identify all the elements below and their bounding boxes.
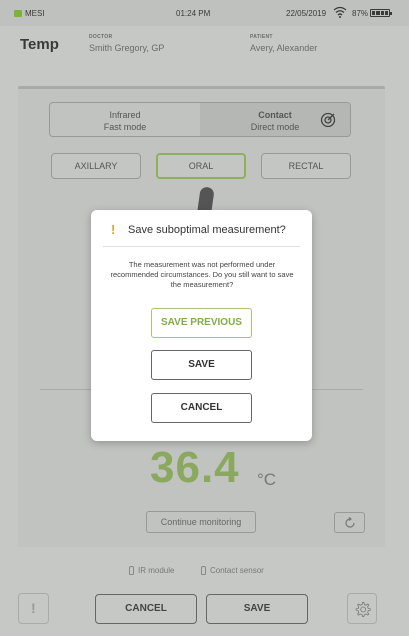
target-icon xyxy=(320,112,336,128)
app-title: Temp xyxy=(20,36,59,53)
mode-infrared-title: Infrared xyxy=(109,110,141,120)
status-date: 22/05/2019 xyxy=(286,9,327,18)
refresh-button[interactable] xyxy=(334,512,365,533)
header: Temp DOCTOR Smith Gregory, GP PATIENT Av… xyxy=(0,26,409,72)
ir-module-label: IR module xyxy=(138,566,175,575)
site-oral-button[interactable]: ORAL xyxy=(156,153,246,179)
dialog-title: Save suboptimal measurement? xyxy=(128,224,286,236)
ir-module-icon xyxy=(129,566,134,575)
temperature-value: 36.4 xyxy=(150,443,240,492)
dialog-divider xyxy=(103,246,300,247)
patient-name[interactable]: Avery, Alexander xyxy=(250,43,317,53)
continue-monitoring-button[interactable]: Continue monitoring xyxy=(146,511,256,533)
dialog-warning-icon: ! xyxy=(111,222,116,237)
carrier-icon xyxy=(14,10,22,17)
warning-button[interactable]: ! xyxy=(18,593,49,624)
battery-icon xyxy=(370,9,392,17)
save-previous-button[interactable]: SAVE PREVIOUS xyxy=(151,308,252,338)
doctor-label: DOCTOR xyxy=(89,34,113,40)
status-bar: MESI 01:24 PM 22/05/2019 87% xyxy=(0,0,409,26)
dialog-message: The measurement was not performed under … xyxy=(110,260,294,289)
contact-sensor-icon xyxy=(201,566,206,575)
settings-button[interactable] xyxy=(347,593,377,624)
battery-level: 87% xyxy=(352,9,369,18)
mode-infrared[interactable]: Infrared Fast mode xyxy=(50,103,200,136)
refresh-icon xyxy=(345,517,355,528)
site-rectal-button[interactable]: RECTAL xyxy=(261,153,351,179)
status-time: 01:24 PM xyxy=(176,9,211,18)
wifi-icon xyxy=(333,6,347,18)
mode-contact[interactable]: Contact Direct mode xyxy=(200,103,350,136)
cancel-button[interactable]: CANCEL xyxy=(95,594,197,624)
carrier-label: MESI xyxy=(25,9,45,18)
contact-sensor-label: Contact sensor xyxy=(210,566,264,575)
warning-icon: ! xyxy=(31,600,36,616)
dialog-save-button[interactable]: SAVE xyxy=(151,350,252,380)
module-status: IR module Contact sensor xyxy=(0,562,409,578)
dialog-cancel-button[interactable]: CANCEL xyxy=(151,393,252,423)
carrier: MESI xyxy=(14,9,45,18)
gear-icon xyxy=(355,602,371,617)
mode-toggle: Infrared Fast mode Contact Direct mode xyxy=(49,102,351,137)
save-button[interactable]: SAVE xyxy=(206,594,308,624)
mode-infrared-subtitle: Fast mode xyxy=(103,122,147,132)
ir-module-status: IR module xyxy=(129,566,174,575)
contact-sensor-status: Contact sensor xyxy=(201,566,264,575)
doctor-name[interactable]: Smith Gregory, GP xyxy=(89,43,164,53)
temperature-unit: °C xyxy=(257,470,277,489)
site-axillary-button[interactable]: AXILLARY xyxy=(51,153,141,179)
patient-label: PATIENT xyxy=(250,34,273,40)
save-suboptimal-dialog: ! Save suboptimal measurement? The measu… xyxy=(91,210,312,441)
